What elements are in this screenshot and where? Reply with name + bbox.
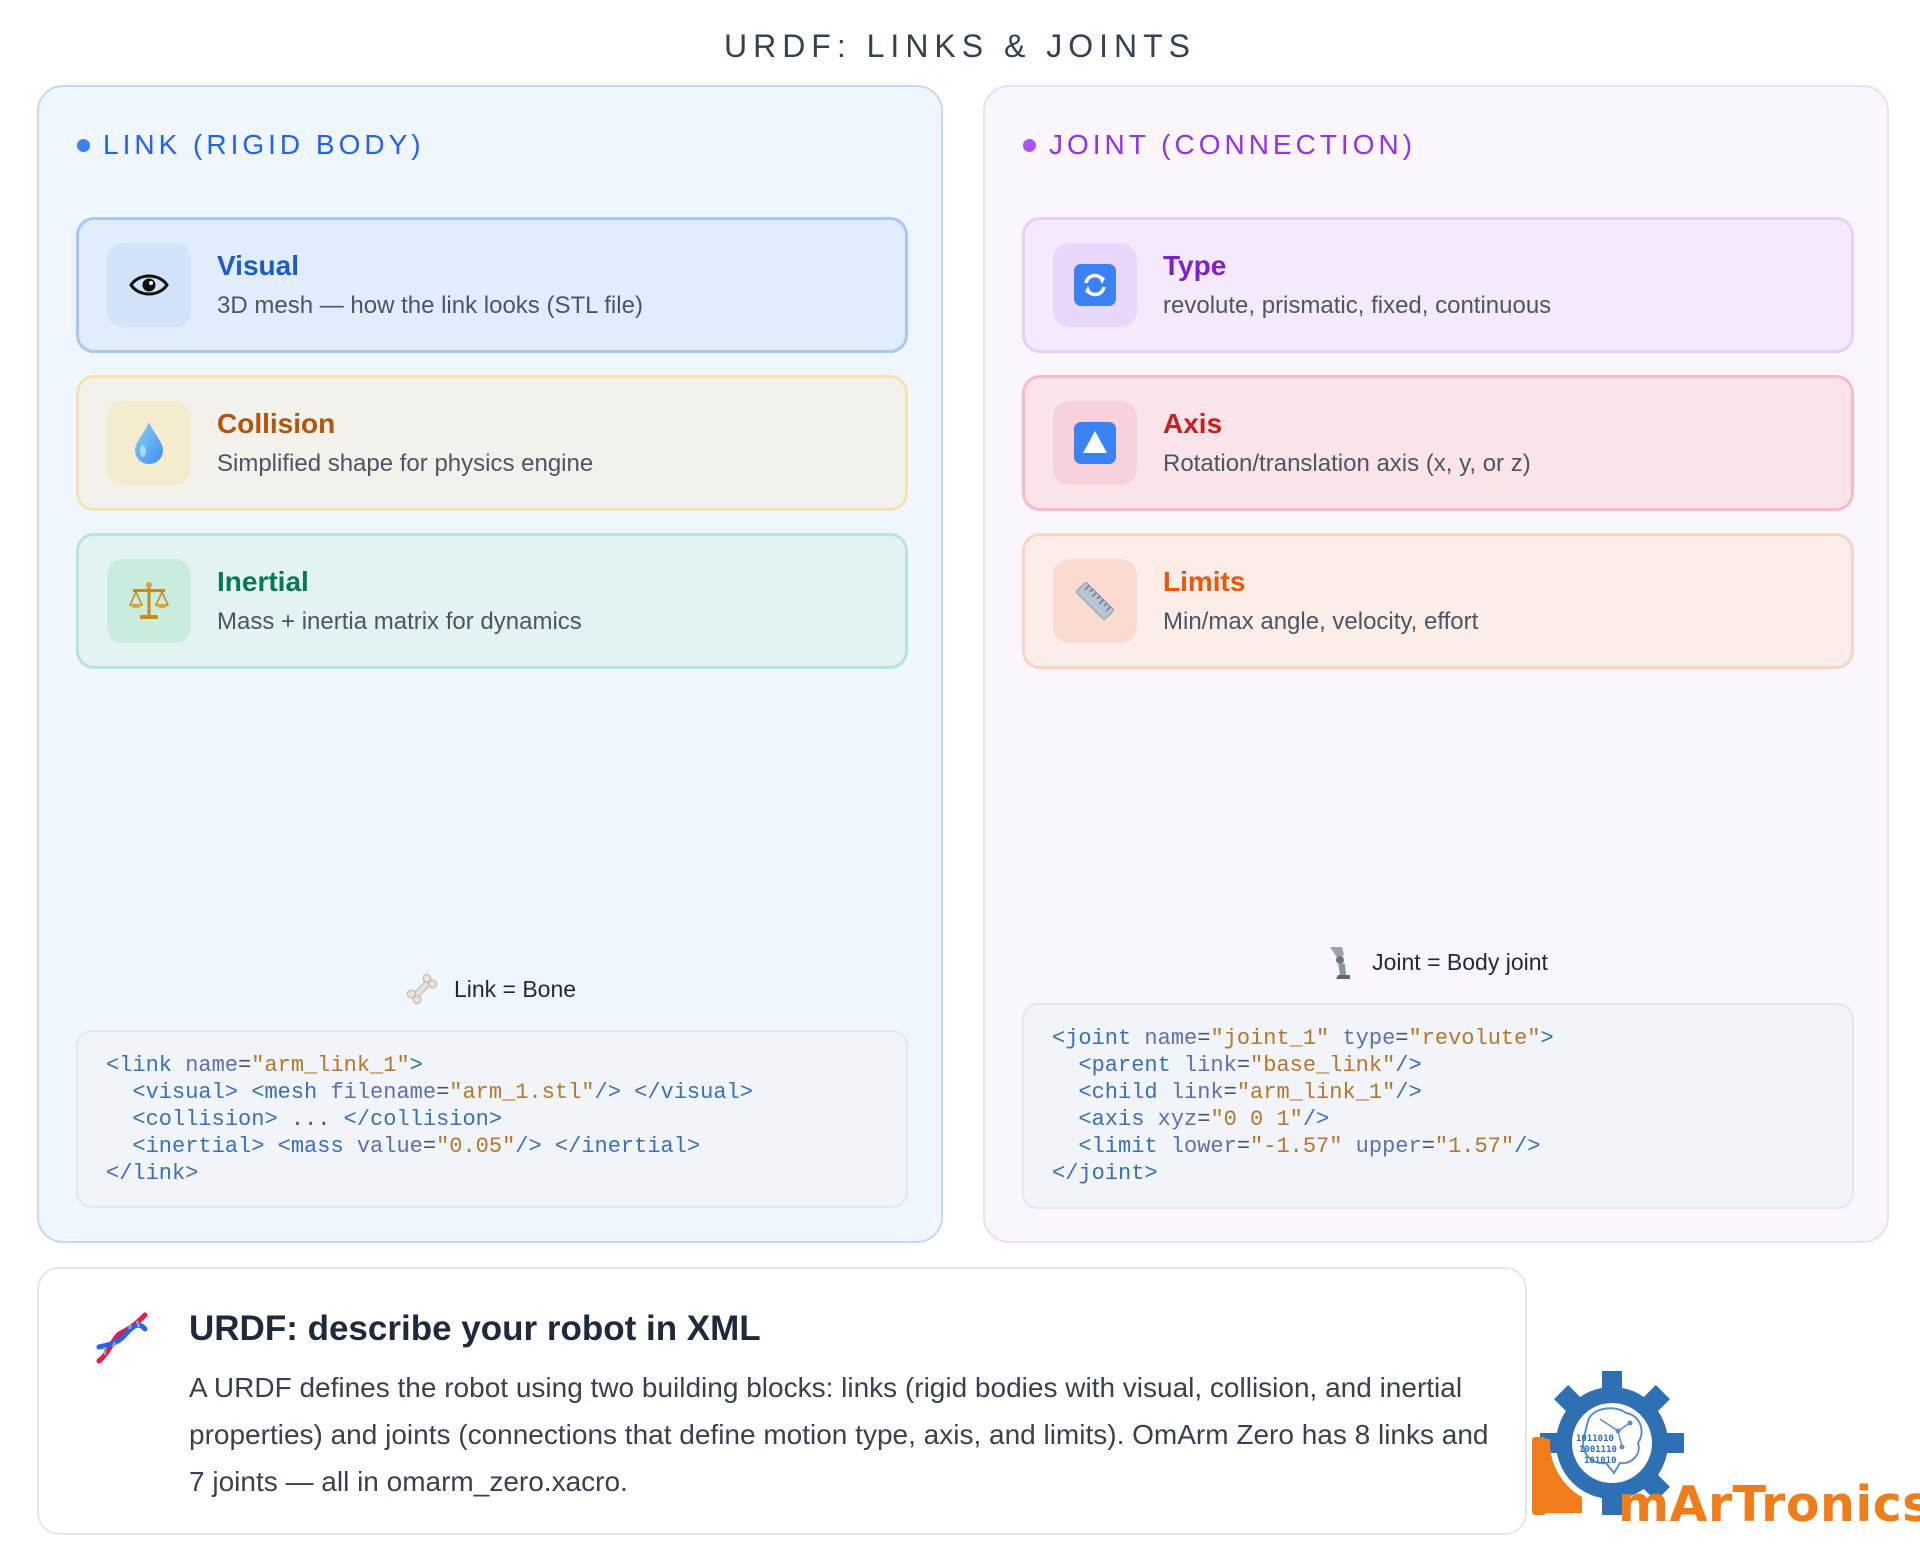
refresh-icon xyxy=(1053,243,1137,327)
page-title: URDF: LINKS & JOINTS xyxy=(723,28,1197,64)
up-triangle-icon xyxy=(1053,401,1137,485)
axis-card-desc: Rotation/translation axis (x, y, or z) xyxy=(1163,450,1531,477)
link-panel-title: LINK (RIGID BODY) xyxy=(103,129,425,160)
type-card-desc: revolute, prismatic, fixed, continuous xyxy=(1163,292,1552,319)
eye-icon xyxy=(107,243,191,327)
dna-icon xyxy=(96,1312,148,1364)
inertial-card-desc: Mass + inertia matrix for dynamics xyxy=(217,608,582,635)
balance-scale-icon xyxy=(107,559,191,643)
summary-box: URDF: describe your robot in XML A URDF … xyxy=(37,1267,1527,1535)
inertial-card-title: Inertial xyxy=(217,566,309,597)
droplet-icon xyxy=(107,401,191,485)
link-panel: LINK (RIGID BODY) Visual 3D mesh — how t… xyxy=(37,85,943,1243)
link-analogy-text: Link = Bone xyxy=(453,975,577,1002)
axis-card-title: Axis xyxy=(1163,408,1223,439)
bullet-dot-icon xyxy=(77,138,90,152)
summary-title: URDF: describe your robot in XML xyxy=(189,1309,761,1348)
link-code-block: <link name="arm_link_1"> <visual> <mesh … xyxy=(76,1030,908,1208)
limits-card-desc: Min/max angle, velocity, effort xyxy=(1163,608,1479,635)
visual-card: Visual 3D mesh — how the link looks (STL… xyxy=(76,217,908,353)
brand-name: mArTronics xyxy=(1618,1476,1920,1533)
svg-text:101010: 101010 xyxy=(1584,1456,1617,1466)
joint-panel-header: JOINT (CONNECTION) xyxy=(1023,129,1416,161)
bone-icon xyxy=(406,973,438,1005)
joint-panel: JOINT (CONNECTION) Type revolute, prisma… xyxy=(983,85,1889,1243)
bullet-dot-icon xyxy=(1023,138,1036,152)
joint-analogy-text: Joint = Body joint xyxy=(1372,948,1548,975)
joint-analogy: Joint = Body joint xyxy=(985,943,1887,981)
link-panel-header: LINK (RIGID BODY) xyxy=(77,129,425,161)
summary-body: A URDF defines the robot using two build… xyxy=(189,1372,1489,1497)
visual-card-title: Visual xyxy=(217,250,299,281)
joint-panel-title: JOINT (CONNECTION) xyxy=(1049,129,1417,160)
svg-text:1001110: 1001110 xyxy=(1579,1445,1617,1455)
joint-code-block: <joint name="joint_1" type="revolute"> <… xyxy=(1022,1003,1854,1209)
collision-card-title: Collision xyxy=(217,408,336,439)
svg-text:1011010: 1011010 xyxy=(1576,1434,1614,1444)
visual-card-desc: 3D mesh — how the link looks (STL file) xyxy=(217,292,643,319)
link-analogy: Link = Bone xyxy=(39,971,941,1007)
ruler-icon xyxy=(1053,559,1137,643)
type-card-title: Type xyxy=(1163,250,1227,281)
inertial-card: Inertial Mass + inertia matrix for dynam… xyxy=(76,533,908,669)
robot-leg-icon xyxy=(1330,947,1351,979)
limits-card: Limits Min/max angle, velocity, effort xyxy=(1022,533,1854,669)
axis-card: Axis Rotation/translation axis (x, y, or… xyxy=(1022,375,1854,511)
collision-card-desc: Simplified shape for physics engine xyxy=(217,450,594,477)
type-card: Type revolute, prismatic, fixed, continu… xyxy=(1022,217,1854,353)
limits-card-title: Limits xyxy=(1163,566,1246,597)
collision-card: Collision Simplified shape for physics e… xyxy=(76,375,908,511)
martronics-logo: 1011010 1001110 101010 mArTronics xyxy=(1528,1365,1920,1545)
